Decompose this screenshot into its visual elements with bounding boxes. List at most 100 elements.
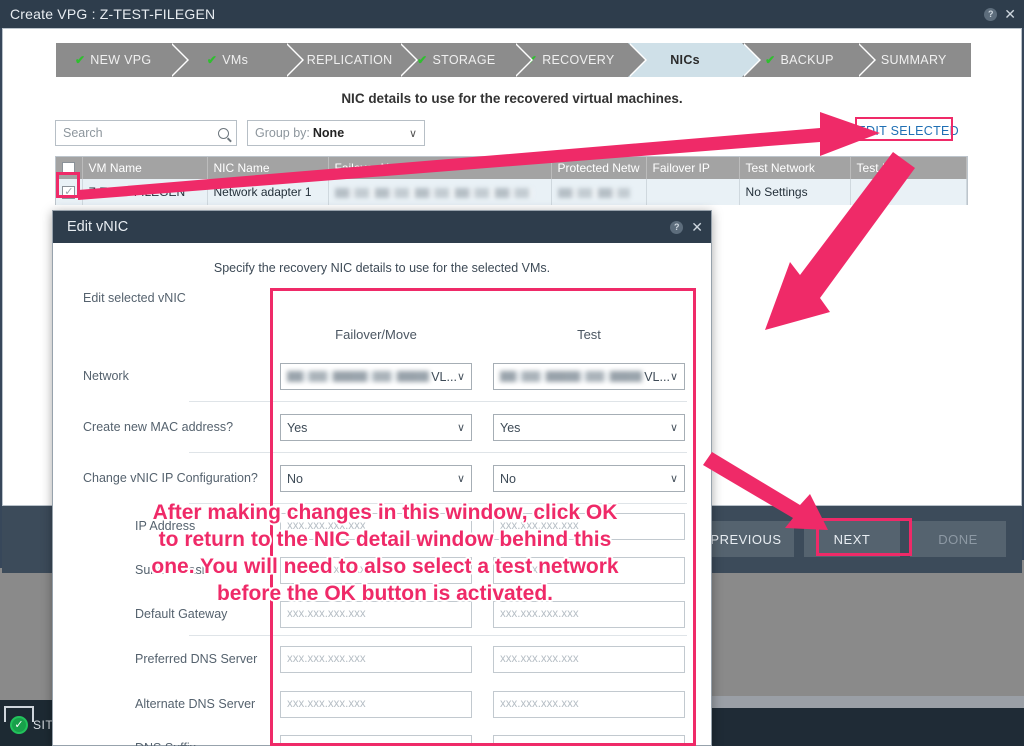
column-header-failover-network[interactable]: Failover Network xyxy=(328,157,552,180)
network-test-select[interactable]: VL... ∨ xyxy=(493,363,685,390)
chevron-down-icon: ∨ xyxy=(669,473,678,485)
table-toolbar: Search Group by: None ∨ EDIT SELECTED xyxy=(55,120,1021,146)
cell-failover-ip xyxy=(646,179,740,206)
wizard-step-label: STORAGE xyxy=(432,53,496,67)
field-label-network: Network xyxy=(83,369,129,384)
form-row-change-ip-config: Change vNIC IP Configuration? No ∨ No ∨ xyxy=(53,453,711,504)
field-label-preferred-dns: Preferred DNS Server xyxy=(135,651,258,666)
done-button: DONE xyxy=(910,521,1006,557)
dns-suffix-test-input[interactable] xyxy=(493,734,685,746)
placeholder-text: xxx.xxx.xxx.xxx xyxy=(500,653,579,665)
next-button[interactable]: NEXT xyxy=(804,521,900,557)
create-mac-test-value: Yes xyxy=(500,420,521,435)
dialog-subtitle: Specify the recovery NIC details to use … xyxy=(213,261,551,275)
footer-buttons: PREVIOUS NEXT DONE xyxy=(698,521,1006,557)
row-checkbox[interactable] xyxy=(62,185,76,200)
cell-protected-network xyxy=(551,179,647,206)
dialog-title: Edit vNIC xyxy=(67,219,129,235)
table-row[interactable]: Z-TEST-FILEGEN Network adapter 1 No Sett… xyxy=(56,179,968,206)
redacted-value xyxy=(334,188,533,199)
cell-failover-network xyxy=(328,179,552,206)
change-ip-failover-value: No xyxy=(287,471,303,486)
field-label-alternate-dns: Alternate DNS Server xyxy=(135,696,256,711)
chevron-down-icon: ∨ xyxy=(456,422,465,434)
group-by-label: Group by: xyxy=(255,126,310,140)
column-header-vm-name[interactable]: VM Name xyxy=(82,157,208,180)
wizard-step-label: VMs xyxy=(222,53,249,67)
default-gateway-failover-input[interactable]: xxx.xxx.xxx.xxx xyxy=(280,600,472,628)
field-label-create-mac: Create new MAC address? xyxy=(83,420,234,435)
check-icon: ✔ xyxy=(417,53,428,67)
network-failover-select[interactable]: VL... ∨ xyxy=(280,363,472,390)
help-icon[interactable]: ? xyxy=(984,7,998,21)
change-ip-failover-select[interactable]: No ∨ xyxy=(280,465,472,492)
field-label-default-gateway: Default Gateway xyxy=(135,606,228,621)
field-label-subnet-mask: Subnet Mask xyxy=(135,562,208,577)
column-header-failover-move: Failover/Move xyxy=(335,326,417,342)
subnet-mask-test-input[interactable]: xxx.xxx.xxx.xxx xyxy=(493,556,685,584)
table-header-row: VM Name NIC Name Failover Network Protec… xyxy=(56,157,968,180)
cell-vm-name: Z-TEST-FILEGEN xyxy=(82,179,208,206)
preferred-dns-test-input[interactable]: xxx.xxx.xxx.xxx xyxy=(493,645,685,673)
placeholder-text: xxx.xxx.xxx.xxx xyxy=(287,698,366,710)
chevron-right-icon xyxy=(284,43,302,77)
close-icon[interactable]: ✕ xyxy=(691,220,703,234)
form-row-subnet-mask: Subnet Mask xxx.xxx.xxx.xxx xxx.xxx.xxx.… xyxy=(53,548,711,592)
field-label-change-ip-config: Change vNIC IP Configuration? xyxy=(83,471,258,486)
placeholder-text: xxx.xxx.xxx.xxx xyxy=(500,520,579,532)
form-row-preferred-dns: Preferred DNS Server xxx.xxx.xxx.xxx xxx… xyxy=(53,636,711,682)
dns-suffix-failover-input[interactable] xyxy=(280,734,472,746)
help-icon[interactable]: ? xyxy=(670,220,684,234)
wizard-step-label: SUMMARY xyxy=(880,53,947,67)
select-all-checkbox[interactable] xyxy=(62,162,75,176)
group-by-value: None xyxy=(312,126,345,140)
select-all-header[interactable] xyxy=(56,157,83,180)
form-row-network: Network VL... ∨ VL... ∨ xyxy=(53,351,711,402)
alternate-dns-failover-input[interactable]: xxx.xxx.xxx.xxx xyxy=(280,690,472,718)
previous-button[interactable]: PREVIOUS xyxy=(698,521,794,557)
search-input[interactable]: Search xyxy=(55,120,237,146)
chevron-down-icon: ∨ xyxy=(408,127,417,140)
column-header-test: Test xyxy=(577,326,601,342)
dialog-titlebar: Edit vNIC ? ✕ xyxy=(53,211,711,243)
wizard-step-label: REPLICATION xyxy=(306,53,393,67)
background-left-gray xyxy=(0,568,57,700)
column-header-failover-ip[interactable]: Failover IP xyxy=(646,157,740,180)
close-icon[interactable]: ✕ xyxy=(1004,7,1016,21)
ip-address-failover-input[interactable]: xxx.xxx.xxx.xxx xyxy=(280,512,472,540)
change-ip-test-select[interactable]: No ∨ xyxy=(493,465,685,492)
check-icon: ✔ xyxy=(206,53,218,67)
chevron-down-icon: ∨ xyxy=(669,422,678,434)
wizard-step-label: RECOVERY xyxy=(542,53,615,67)
placeholder-text: xxx.xxx.xxx.xxx xyxy=(287,520,366,532)
group-by-select[interactable]: Group by: None ∨ xyxy=(247,120,425,146)
wizard-steps: ✔ NEW VPG ✔ VMs ✔ REPLICATION ✔ STORAGE xyxy=(56,43,971,77)
column-header-test-ip[interactable]: Test IP xyxy=(850,157,968,180)
form-row-default-gateway: Default Gateway xxx.xxx.xxx.xxx xxx.xxx.… xyxy=(53,592,711,636)
create-mac-test-select[interactable]: Yes ∨ xyxy=(493,414,685,441)
column-header-test-network[interactable]: Test Network xyxy=(739,157,851,180)
chevron-right-icon xyxy=(170,43,188,77)
field-label-ip-address: IP Address xyxy=(135,518,196,533)
chevron-down-icon: ∨ xyxy=(456,473,465,485)
subnet-mask-failover-input[interactable]: xxx.xxx.xxx.xxx xyxy=(280,556,472,584)
alternate-dns-test-input[interactable]: xxx.xxx.xxx.xxx xyxy=(493,690,685,718)
column-header-protected-network[interactable]: Protected Netw xyxy=(551,157,647,180)
chevron-right-icon xyxy=(856,43,874,77)
edit-selected-button[interactable]: EDIT SELECTED xyxy=(853,122,963,140)
cell-test-network: No Settings xyxy=(739,179,851,206)
wizard-step-label: BACKUP xyxy=(780,53,834,67)
search-placeholder: Search xyxy=(63,126,103,140)
edit-vnic-dialog: Edit vNIC ? ✕ Specify the recovery NIC d… xyxy=(52,210,712,746)
default-gateway-test-input[interactable]: xxx.xxx.xxx.xxx xyxy=(493,600,685,628)
row-select-cell[interactable] xyxy=(56,179,83,206)
site-check-icon: ✓ xyxy=(10,716,28,734)
preferred-dns-failover-input[interactable]: xxx.xxx.xxx.xxx xyxy=(280,645,472,673)
vnic-form: Failover/Move Test Network VL... ∨ VL...… xyxy=(53,317,711,746)
wizard-step-new-vpg[interactable]: ✔ NEW VPG xyxy=(56,43,190,77)
form-column-headers: Failover/Move Test xyxy=(53,317,711,351)
column-header-nic-name[interactable]: NIC Name xyxy=(207,157,329,180)
create-mac-failover-select[interactable]: Yes ∨ xyxy=(280,414,472,441)
ip-address-test-input[interactable]: xxx.xxx.xxx.xxx xyxy=(493,512,685,540)
window-title: Create VPG : Z-TEST-FILEGEN xyxy=(10,6,216,22)
